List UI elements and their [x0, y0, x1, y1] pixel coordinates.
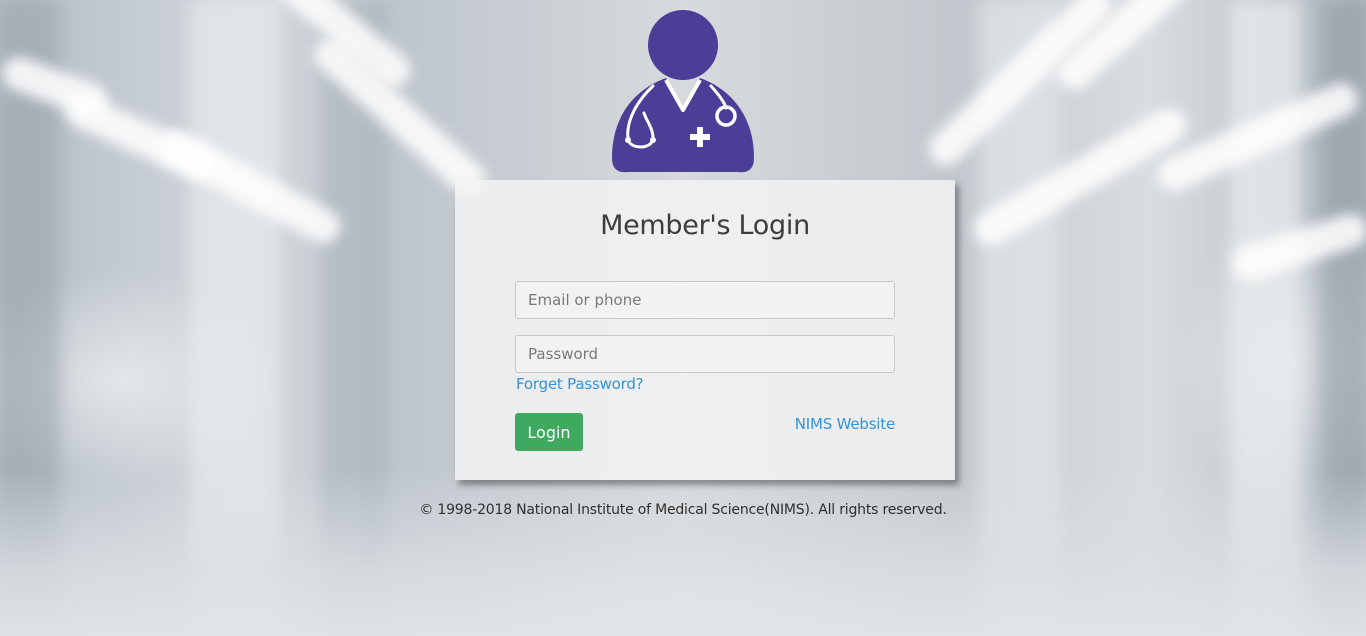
login-button[interactable]: Login [515, 413, 583, 451]
background-floor [0, 470, 1366, 636]
login-title: Member's Login [600, 210, 810, 241]
password-input[interactable] [515, 335, 895, 373]
forgot-password-link[interactable]: Forget Password? [516, 375, 644, 393]
copyright-text: © 1998-2018 National Institute of Medica… [419, 502, 947, 518]
nims-website-link[interactable]: NIMS Website [795, 415, 895, 433]
email-input[interactable] [515, 281, 895, 319]
login-card: Member's Login Forget Password? Login NI… [455, 180, 955, 480]
doctor-icon [612, 10, 754, 173]
